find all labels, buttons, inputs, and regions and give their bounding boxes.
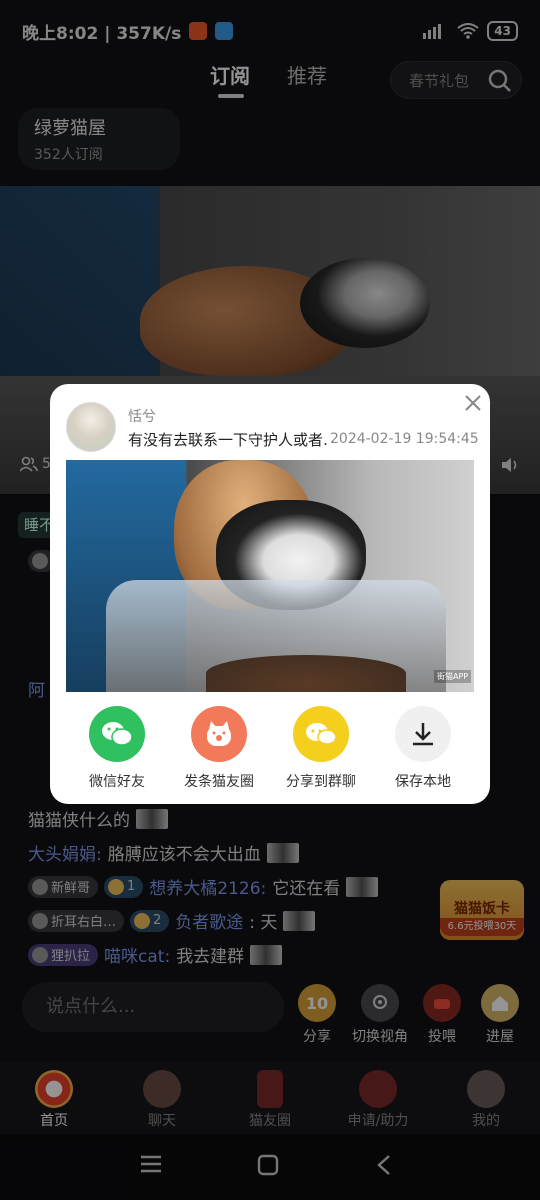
cat-paw-icon xyxy=(191,706,247,762)
share-moments-label: 发条猫友圈 xyxy=(184,774,254,790)
wechat-icon xyxy=(89,706,145,762)
share-wechat-button[interactable]: 微信好友 xyxy=(62,706,172,791)
post-timestamp: 2024-02-19 19:54:45 xyxy=(330,431,479,447)
share-wechat-label: 微信好友 xyxy=(89,774,145,790)
photo-watermark: 街猫APP xyxy=(434,670,472,683)
close-icon[interactable] xyxy=(462,392,484,414)
post-description: 有没有去联系一下守护人或者… xyxy=(128,431,328,449)
share-moments-button[interactable]: 发条猫友圈 xyxy=(164,706,274,791)
poster-name: 恬兮 xyxy=(128,409,156,425)
save-local-button[interactable]: 保存本地 xyxy=(368,706,478,791)
poster-avatar[interactable] xyxy=(66,402,116,452)
share-dialog: 恬兮 有没有去联系一下守护人或者… 2024-02-19 19:54:45 街猫… xyxy=(50,384,490,804)
group-chat-icon xyxy=(293,706,349,762)
photo-cat-food xyxy=(206,655,406,692)
save-local-label: 保存本地 xyxy=(395,774,451,790)
download-icon xyxy=(395,706,451,762)
share-group-button[interactable]: 分享到群聊 xyxy=(266,706,376,791)
share-group-label: 分享到群聊 xyxy=(286,774,356,790)
snapshot-photo: 街猫APP xyxy=(66,460,474,692)
share-options: 微信好友 发条猫友圈 分享到群聊 保存本地 xyxy=(50,706,490,790)
